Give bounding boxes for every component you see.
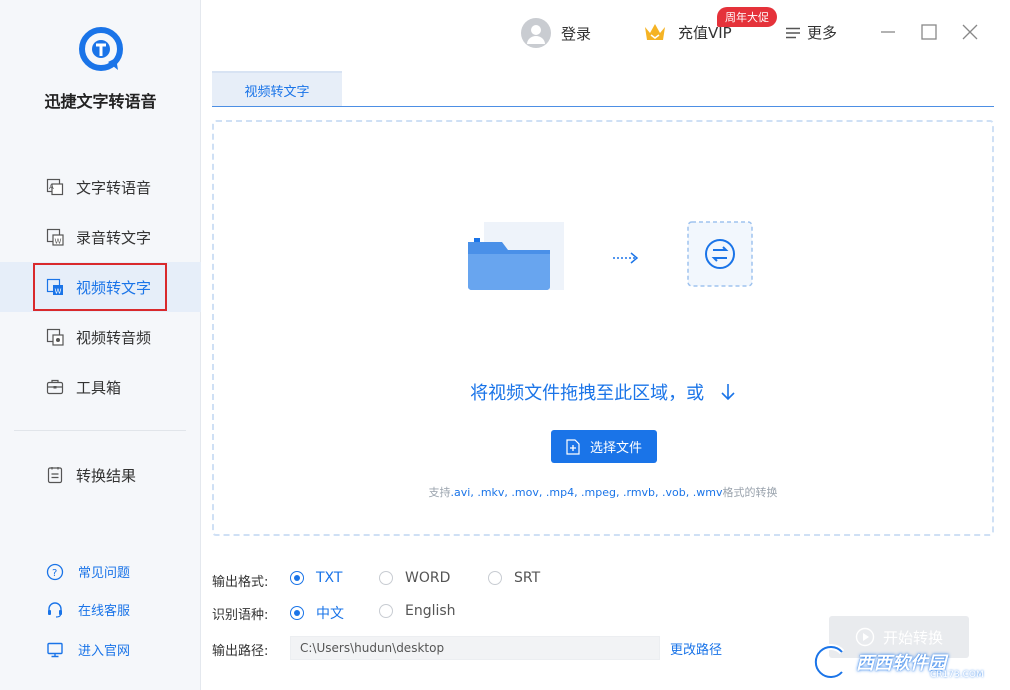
sidebar-item-record-to-text[interactable]: W 录音转文字 bbox=[0, 212, 201, 262]
radio-label: TXT bbox=[316, 570, 343, 586]
minimize-icon[interactable] bbox=[876, 20, 900, 44]
promo-badge: 周年大促 bbox=[717, 7, 777, 27]
avatar bbox=[521, 18, 551, 48]
sidebar-item-label: 转换结果 bbox=[76, 466, 137, 485]
radio-label: English bbox=[405, 603, 456, 619]
svg-text:W: W bbox=[55, 288, 62, 296]
language-chinese-radio[interactable]: 中文 bbox=[290, 603, 344, 623]
app-logo-icon bbox=[79, 27, 123, 71]
sidebar-item-label: 视频转音频 bbox=[76, 328, 152, 347]
radio-label: SRT bbox=[514, 570, 541, 586]
format-srt-radio[interactable]: SRT bbox=[488, 570, 540, 586]
supported-formats: 支持.avi, .mkv, .mov, .mp4, .mpeg, .rmvb, … bbox=[214, 484, 992, 500]
svg-text:W: W bbox=[55, 238, 62, 246]
dropzone-text: 将视频文件拖拽至此区域，或 bbox=[470, 383, 705, 404]
arrow-down-icon bbox=[721, 384, 735, 401]
sidebar-divider bbox=[14, 430, 186, 431]
app-name: 迅捷文字转语音 bbox=[44, 92, 157, 111]
sidebar-item-label: 视频转文字 bbox=[76, 278, 152, 297]
help-website-label: 进入官网 bbox=[78, 644, 131, 659]
help-service-label: 在线客服 bbox=[78, 604, 131, 619]
choose-file-button[interactable]: 选择文件 bbox=[551, 430, 657, 463]
close-icon[interactable] bbox=[958, 20, 982, 44]
choose-file-label: 选择文件 bbox=[589, 441, 642, 456]
change-path-link[interactable]: 更改路径 bbox=[670, 639, 722, 658]
radio-dot bbox=[379, 571, 393, 585]
watermark-sub: CR173.COM bbox=[930, 670, 984, 680]
help-service-link[interactable]: 在线客服 bbox=[46, 600, 130, 619]
file-dropzone[interactable]: 将视频文件拖拽至此区域，或 选择文件 支持.avi, .mkv, .mov, .… bbox=[212, 120, 994, 536]
video-to-text-icon: W bbox=[46, 278, 64, 296]
sidebar: 迅捷文字转语音 A 文字转语音 W 录音转文字 W 视频转文字 视频转音频 工具… bbox=[0, 0, 201, 690]
sidebar-item-video-to-text[interactable]: W 视频转文字 bbox=[0, 262, 201, 312]
maximize-icon[interactable] bbox=[917, 20, 941, 44]
sidebar-item-label: 工具箱 bbox=[76, 378, 122, 397]
help-faq-label: 常见问题 bbox=[78, 566, 131, 581]
radio-dot bbox=[379, 604, 393, 618]
radio-label: WORD bbox=[405, 570, 451, 586]
login-label: 登录 bbox=[561, 24, 592, 43]
arrow-right-icon bbox=[613, 252, 639, 264]
tab-video-to-text[interactable]: 视频转文字 bbox=[212, 71, 342, 107]
convert-icon bbox=[687, 221, 753, 287]
output-path-label: 输出路径: bbox=[212, 644, 269, 659]
output-path-field[interactable]: C:\Users\hudun\desktop bbox=[290, 636, 660, 660]
sidebar-item-toolbox[interactable]: 工具箱 bbox=[0, 362, 201, 412]
sidebar-item-video-to-audio[interactable]: 视频转音频 bbox=[0, 312, 201, 362]
radio-dot bbox=[290, 571, 304, 585]
monitor-icon bbox=[46, 641, 64, 659]
sidebar-item-text-to-speech[interactable]: A 文字转语音 bbox=[0, 162, 201, 212]
toolbox-icon bbox=[46, 378, 64, 396]
text-to-speech-icon: A bbox=[46, 178, 64, 196]
crown-icon bbox=[645, 24, 665, 40]
add-file-icon bbox=[566, 438, 580, 455]
dropzone-instruction: 将视频文件拖拽至此区域，或 bbox=[214, 379, 992, 405]
watermark-logo-icon bbox=[812, 644, 845, 680]
result-icon bbox=[46, 466, 64, 484]
support-prefix: 支持 bbox=[428, 486, 451, 499]
record-to-text-icon: W bbox=[46, 228, 64, 246]
radio-dot bbox=[488, 571, 502, 585]
support-suffix: 格式的转换 bbox=[722, 486, 778, 499]
headset-icon bbox=[46, 601, 64, 619]
radio-label: 中文 bbox=[316, 606, 344, 622]
svg-text:?: ? bbox=[52, 568, 57, 579]
language-english-radio[interactable]: English bbox=[379, 603, 456, 619]
menu-icon bbox=[786, 27, 800, 38]
help-faq-link[interactable]: ? 常见问题 bbox=[46, 562, 130, 581]
more-label: 更多 bbox=[807, 24, 838, 42]
format-list: .avi, .mkv, .mov, .mp4, .mpeg, .rmvb, .v… bbox=[450, 486, 723, 499]
format-word-radio[interactable]: WORD bbox=[379, 570, 450, 586]
question-icon: ? bbox=[46, 563, 64, 581]
folder-icon bbox=[468, 222, 564, 290]
sidebar-item-results[interactable]: 转换结果 bbox=[0, 450, 201, 500]
login-button[interactable]: 登录 bbox=[521, 18, 591, 48]
svg-text:A: A bbox=[49, 183, 54, 191]
format-txt-radio[interactable]: TXT bbox=[290, 570, 342, 586]
sidebar-item-label: 录音转文字 bbox=[76, 228, 152, 247]
sidebar-item-label: 文字转语音 bbox=[76, 178, 152, 197]
tab-underline bbox=[212, 106, 994, 107]
help-website-link[interactable]: 进入官网 bbox=[46, 640, 130, 659]
output-format-label: 输出格式: bbox=[212, 575, 269, 590]
user-icon bbox=[527, 25, 545, 44]
video-to-audio-icon bbox=[46, 328, 64, 346]
language-label: 识别语种: bbox=[212, 608, 269, 623]
more-menu-button[interactable]: 更多 bbox=[785, 22, 837, 43]
radio-dot bbox=[290, 606, 304, 620]
